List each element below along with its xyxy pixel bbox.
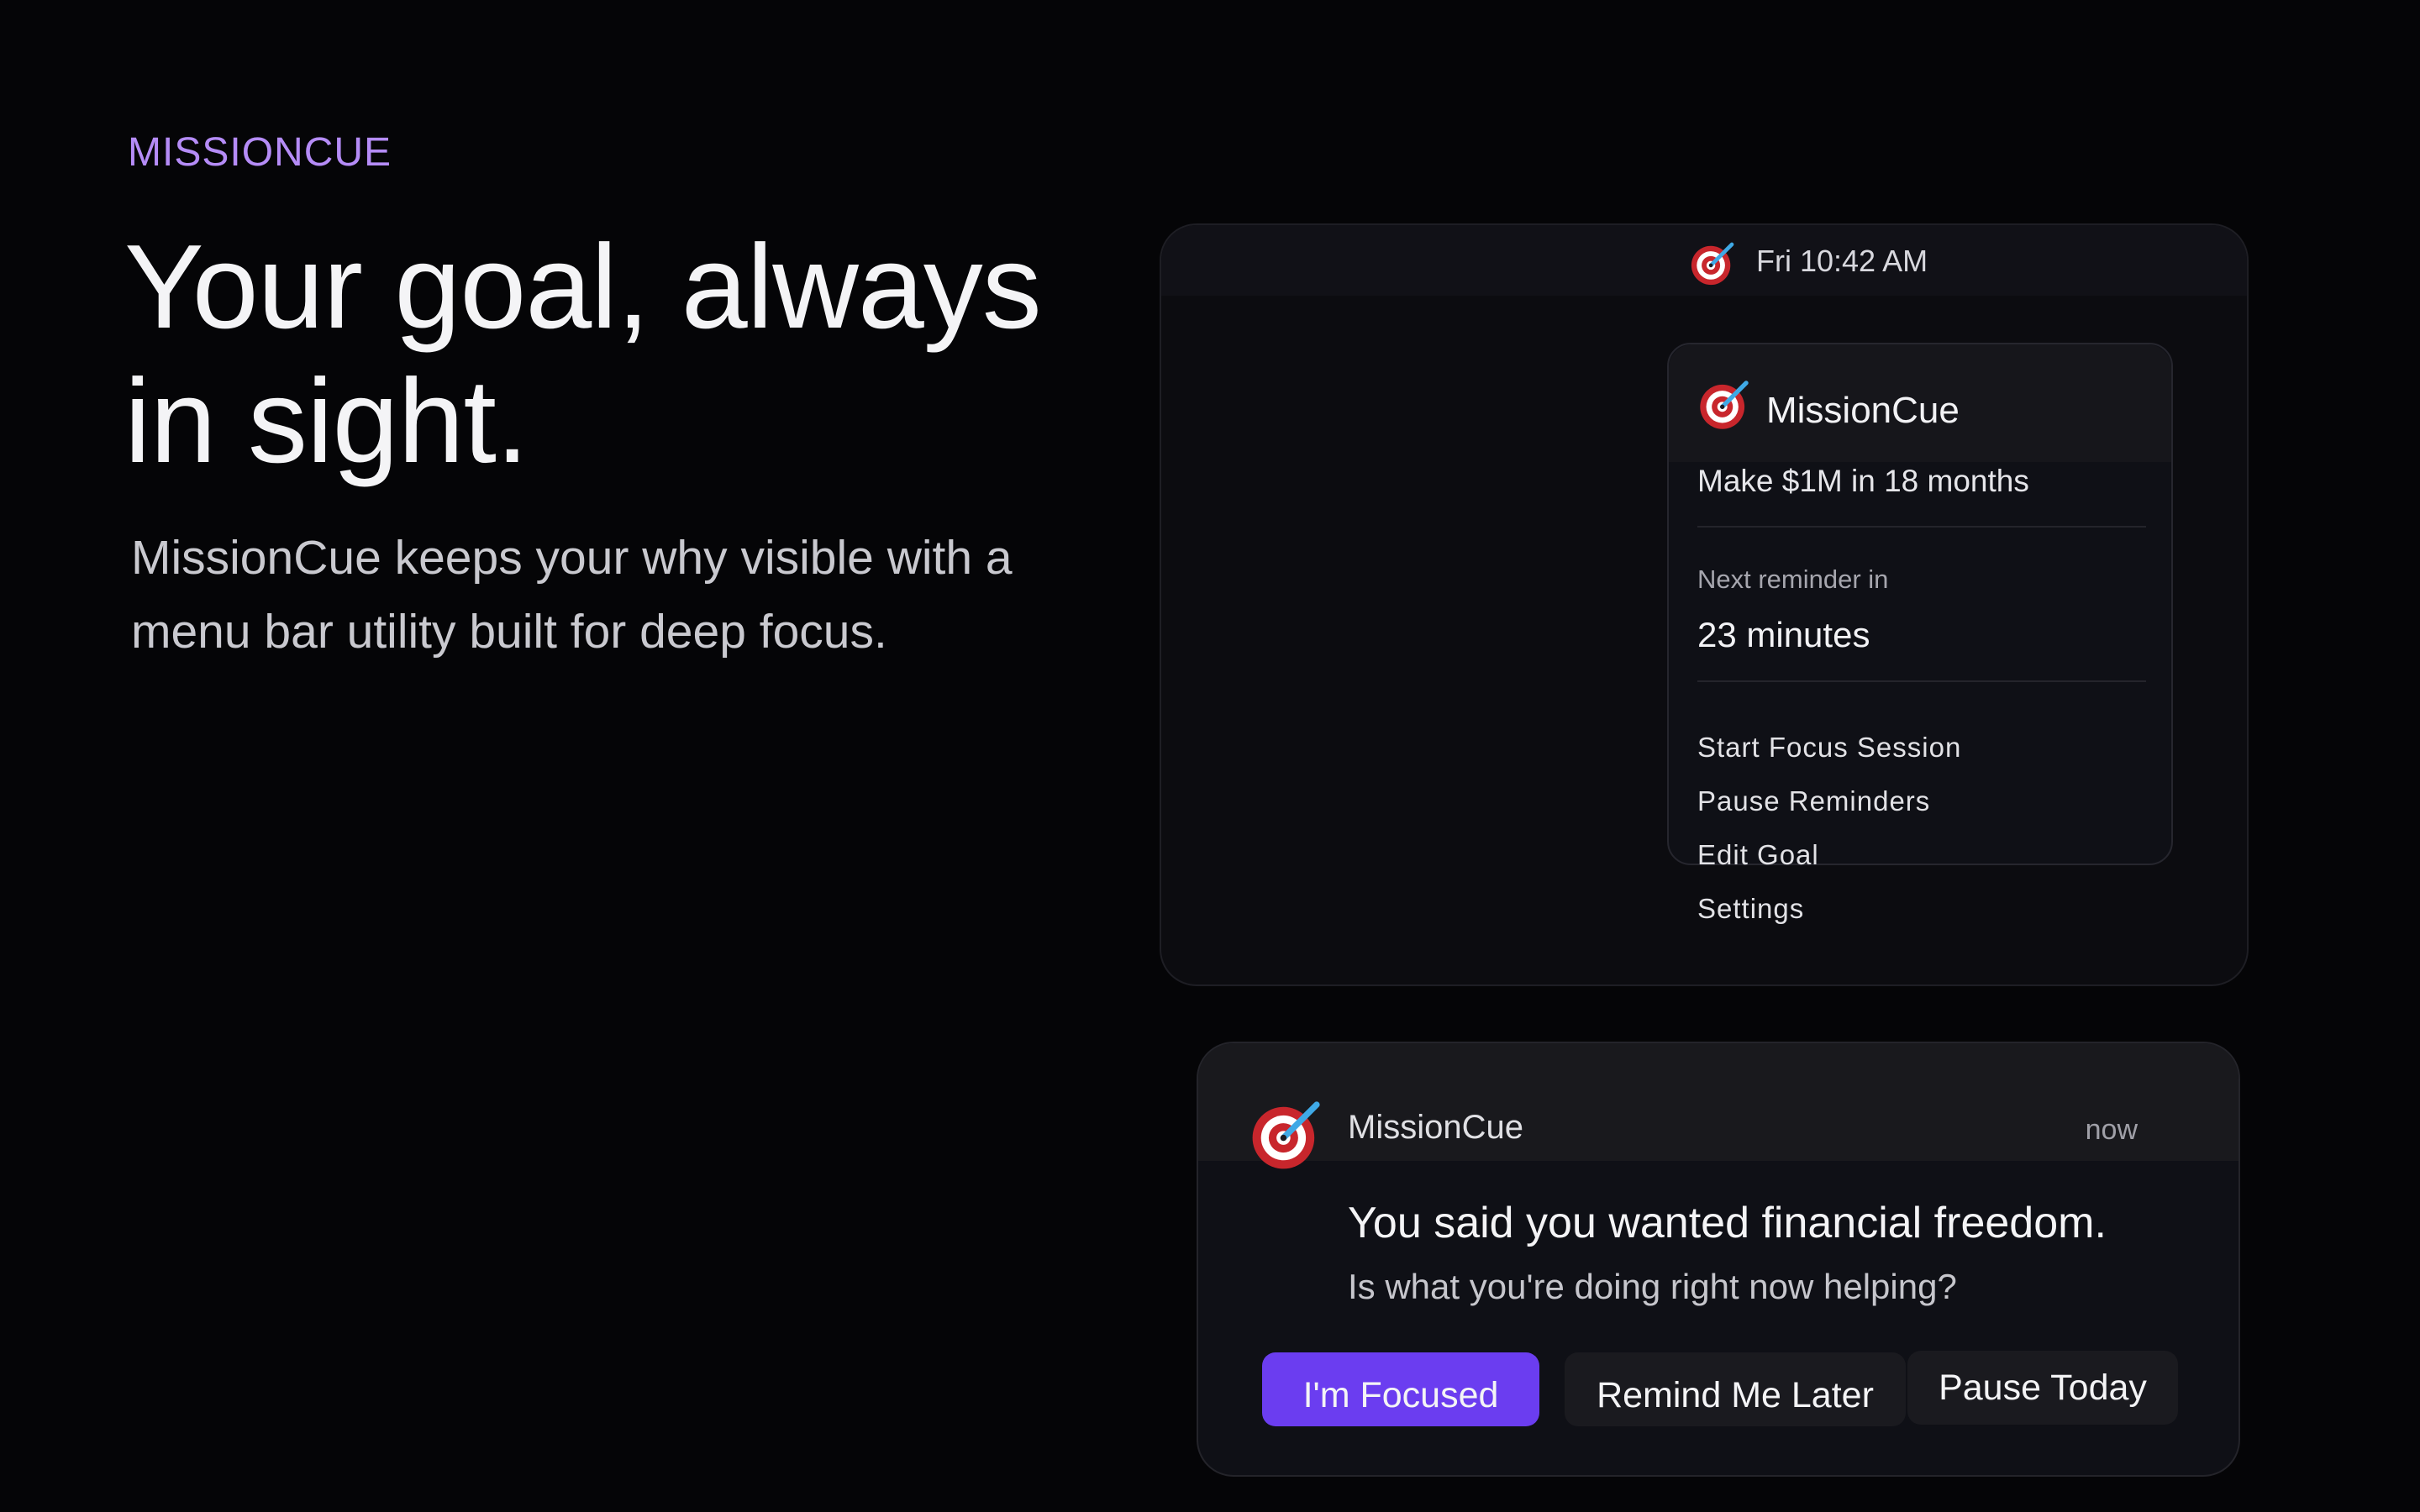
dropdown-menu: Start Focus Session Pause Reminders Edit… xyxy=(1697,721,1961,936)
menu-item-settings[interactable]: Settings xyxy=(1697,882,1961,936)
menubar-strip: Fri 10:42 AM xyxy=(1161,225,2247,296)
menu-item-pause-reminders[interactable]: Pause Reminders xyxy=(1697,774,1961,828)
notification-title: You said you wanted financial freedom. xyxy=(1348,1199,2107,1247)
menubar-dropdown: MissionCue Make $1M in 18 months Next re… xyxy=(1667,343,2173,924)
hero-eyebrow: MISSIONCUE xyxy=(128,130,392,175)
menu-item-edit-goal[interactable]: Edit Goal xyxy=(1697,828,1961,882)
notification-app-name: MissionCue xyxy=(1348,1109,1523,1146)
dropdown-divider xyxy=(1697,526,2146,528)
menubar-clock: Fri 10:42 AM xyxy=(1756,244,1928,278)
remind-me-later-button[interactable]: Remind Me Later xyxy=(1565,1352,1906,1426)
next-reminder-value: 23 minutes xyxy=(1697,615,1870,654)
hero-subhead: MissionCue keeps your why visible with a… xyxy=(131,521,1089,669)
dropdown-divider xyxy=(1697,680,2146,682)
headline-line-2: in sight. xyxy=(124,354,529,488)
dropdown-goal: Make $1M in 18 months xyxy=(1697,464,2029,498)
target-icon xyxy=(1252,1101,1320,1169)
hero-headline: Your goal, always in sight. xyxy=(124,220,1133,489)
pause-today-button[interactable]: Pause Today xyxy=(1907,1351,2178,1425)
target-icon[interactable] xyxy=(1689,239,1738,287)
subhead-line-2: menu bar utility built for deep focus. xyxy=(131,605,887,659)
notification-time: now xyxy=(2085,1114,2138,1146)
next-reminder-label: Next reminder in xyxy=(1697,564,1889,594)
target-icon xyxy=(1700,381,1749,429)
dropdown-app-name: MissionCue xyxy=(1766,390,1960,431)
notification-body: Is what you're doing right now helping? xyxy=(1348,1267,1957,1306)
subhead-line-1: MissionCue keeps your why visible with a xyxy=(131,531,1013,585)
im-focused-button[interactable]: I'm Focused xyxy=(1262,1352,1539,1426)
menu-item-start-focus-session[interactable]: Start Focus Session xyxy=(1697,721,1961,774)
headline-line-1: Your goal, always xyxy=(124,220,1042,354)
notification-card: MissionCue now You said you wanted finan… xyxy=(1197,1042,2240,1477)
dropdown-header: MissionCue xyxy=(1669,344,2171,462)
